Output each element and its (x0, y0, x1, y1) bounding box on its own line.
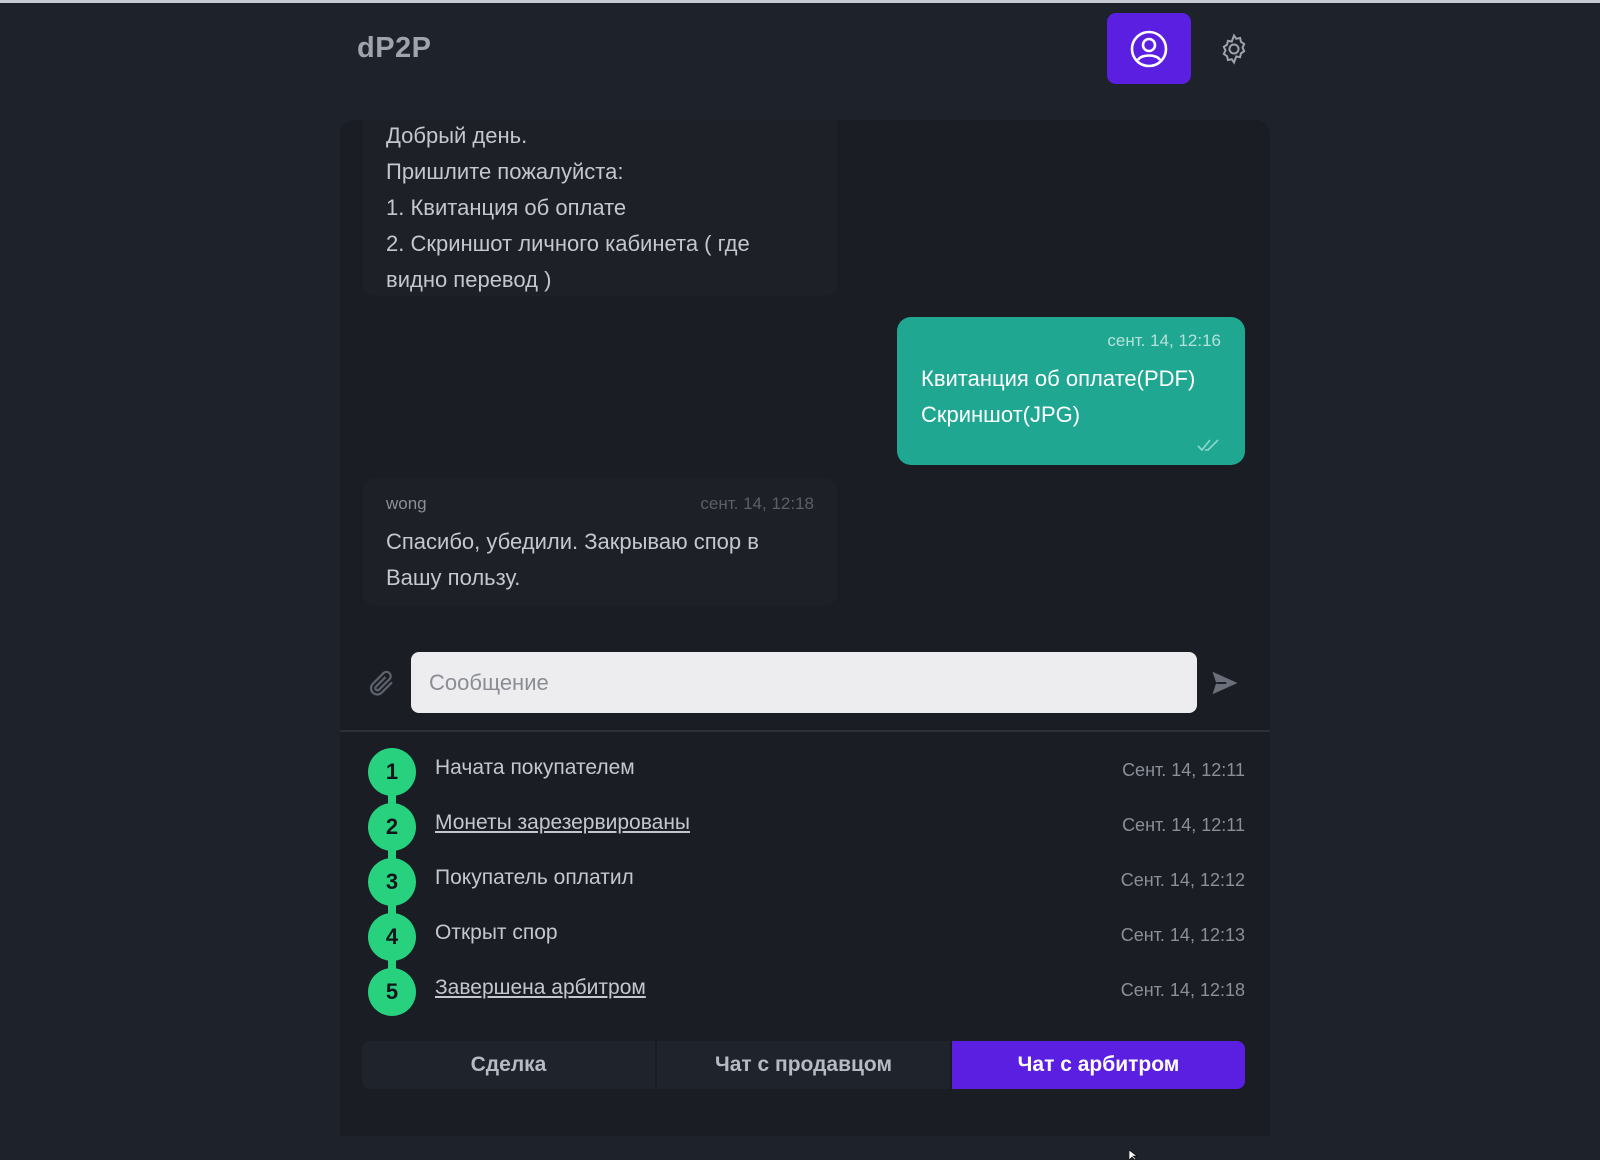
status-step: 4 Открыт спор Сент. 14, 12:13 (368, 913, 1245, 973)
user-circle-icon (1130, 30, 1168, 67)
status-step: 3 Покупатель оплатил Сент. 14, 12:12 (368, 858, 1245, 918)
incoming-message: Добрый день. Пришлите пожалуйста: 1. Кви… (362, 120, 838, 296)
status-step: 1 Начата покупателем Сент. 14, 12:11 (368, 748, 1245, 808)
step-label: Открыт спор (435, 921, 558, 944)
app-logo: dP2P (357, 32, 432, 64)
step-number: 4 (368, 913, 416, 961)
gear-icon (1222, 33, 1246, 65)
message-author: wong (386, 494, 427, 513)
outgoing-message: сент. 14, 12:16 Квитанция об оплате(PDF)… (897, 317, 1245, 465)
status-step: 2 Монеты зарезервированы Сент. 14, 12:11 (368, 803, 1245, 863)
step-link-completed-by-arbiter[interactable]: Завершена арбитром (435, 976, 646, 1000)
step-link-coins-reserved[interactable]: Монеты зарезервированы (435, 811, 690, 835)
step-time: Сент. 14, 12:11 (1122, 760, 1245, 780)
bottom-tabs: Сделка Чат с продавцом Чат с арбитром (362, 1041, 1245, 1089)
step-number: 3 (368, 858, 416, 906)
message-text: Добрый день. Пришлите пожалуйста: 1. Кви… (386, 123, 750, 292)
step-number: 2 (368, 803, 416, 851)
message-composer (340, 652, 1270, 716)
step-label: Покупатель оплатил (435, 866, 634, 889)
mouse-cursor-icon (1129, 1150, 1138, 1160)
tab-seller-chat[interactable]: Чат с продавцом (657, 1041, 952, 1089)
step-time: Сент. 14, 12:12 (1120, 870, 1245, 890)
step-label: Начата покупателем (435, 756, 635, 779)
profile-button[interactable] (1107, 13, 1191, 84)
message-text: Спасибо, убедили. Закрываю спор в Вашу п… (386, 529, 759, 590)
message-text: Квитанция об оплате(PDF) Скриншот(JPG) (921, 366, 1196, 427)
deal-panel: Добрый день. Пришлите пожалуйста: 1. Кви… (340, 120, 1270, 1136)
message-time: сент. 14, 12:18 (700, 494, 814, 513)
double-check-icon (1197, 439, 1219, 452)
step-time: Сент. 14, 12:18 (1120, 980, 1245, 1000)
step-number: 1 (368, 748, 416, 796)
paperclip-icon[interactable] (367, 668, 397, 698)
send-icon[interactable] (1210, 668, 1240, 698)
message-time: сент. 14, 12:16 (1107, 331, 1221, 350)
deal-status-steps: 1 Начата покупателем Сент. 14, 12:11 2 М… (368, 748, 1245, 1023)
window-top-border (0, 0, 1600, 3)
step-number: 5 (368, 968, 416, 1016)
step-time: Сент. 14, 12:11 (1122, 815, 1245, 835)
step-time: Сент. 14, 12:13 (1120, 925, 1245, 945)
incoming-message: wong сент. 14, 12:18 Спасибо, убедили. З… (362, 478, 838, 606)
app-header: dP2P (340, 10, 1270, 90)
settings-button[interactable] (1217, 32, 1251, 66)
tab-deal[interactable]: Сделка (362, 1041, 657, 1089)
divider (340, 730, 1270, 732)
tab-arbiter-chat[interactable]: Чат с арбитром (952, 1041, 1245, 1089)
message-input[interactable] (411, 652, 1197, 713)
status-step: 5 Завершена арбитром Сент. 14, 12:18 (368, 968, 1245, 1023)
